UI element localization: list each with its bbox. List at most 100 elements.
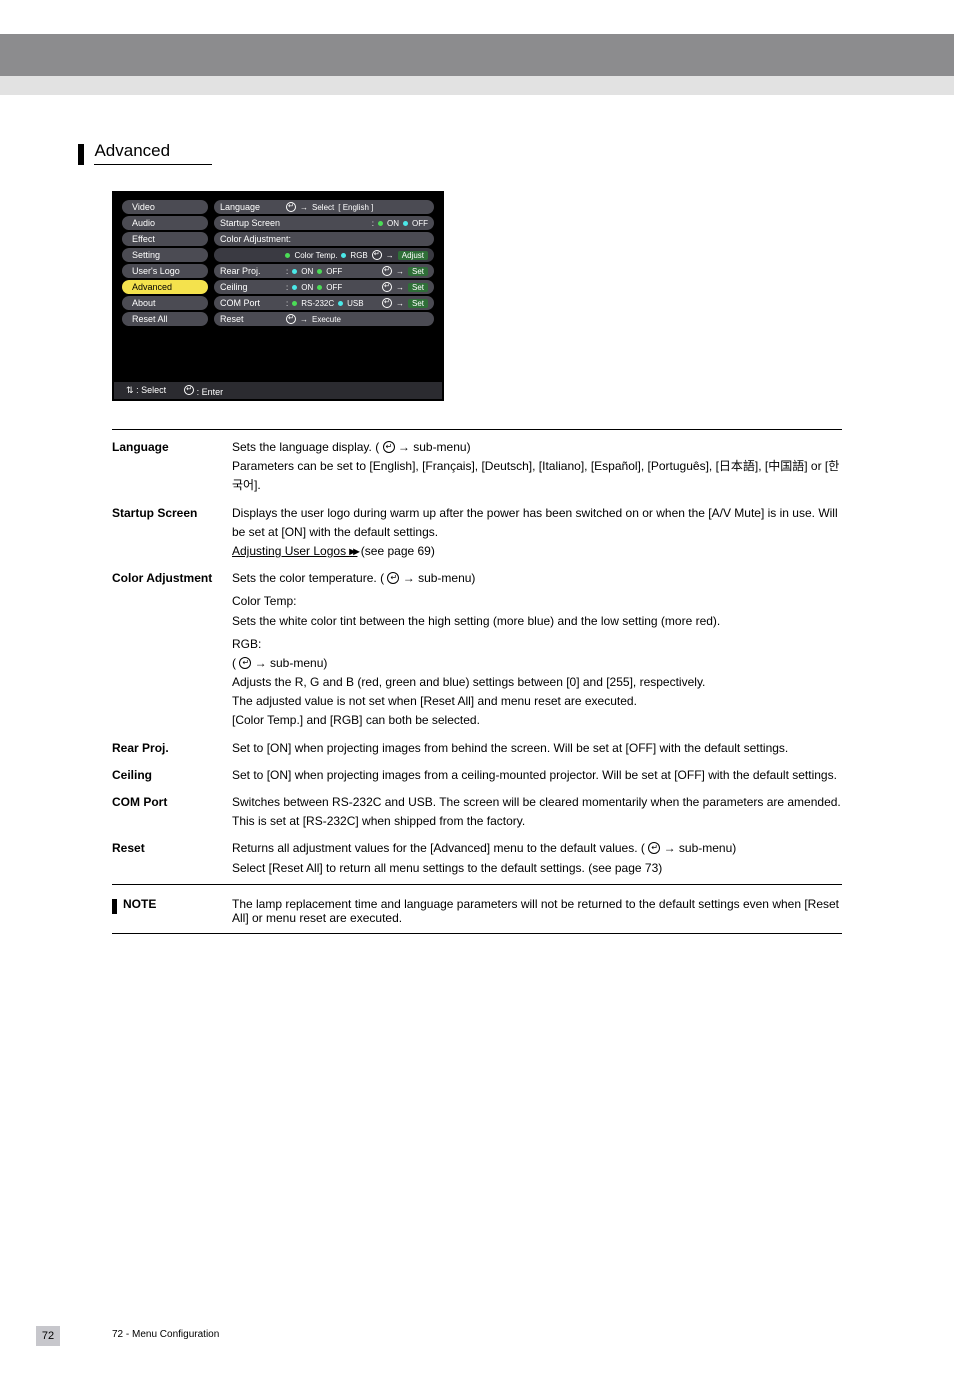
arrow-right-icon: → (396, 267, 404, 276)
selected-dot-icon (317, 269, 322, 274)
note-bar-icon (112, 899, 117, 914)
osd-row-ceiling: Ceiling : ON OFF → Set (214, 280, 434, 294)
osd-row-color-adj-sub: Color Temp. RGB → Adjust (214, 248, 434, 262)
desc-subitem-value: ( → sub-menu) Adjusts the R, G and B (re… (232, 654, 842, 731)
osd-action: Set (408, 299, 428, 308)
section-heading: Advanced (78, 141, 954, 165)
enter-icon (372, 250, 382, 260)
desc-row-body: Set to [ON] when projecting images from … (232, 766, 842, 785)
footer-text: 72 - Menu Configuration (112, 1329, 219, 1340)
osd-opt: RS-232C (301, 299, 334, 308)
desc-row-body: Switches between RS-232C and USB. The sc… (232, 793, 842, 831)
desc-row-com-port: COM Port Switches between RS-232C and US… (112, 789, 842, 835)
osd-left-item: Video (122, 200, 208, 214)
osd-row-rear-proj: Rear Proj. : ON OFF → Set (214, 264, 434, 278)
desc-row-reset: Reset Returns all adjustment values for … (112, 835, 842, 881)
desc-row-title: Rear Proj. (112, 739, 232, 758)
enter-icon (239, 657, 251, 669)
osd-action: Execute (312, 315, 341, 324)
osd-left-item: Setting (122, 248, 208, 262)
desc-subitem-key: RGB: (232, 635, 842, 654)
selected-dot-icon (317, 285, 322, 290)
option-dot-icon (338, 301, 343, 306)
desc-subitem-key: Color Temp: (232, 592, 842, 611)
osd-opt-on: ON (301, 267, 313, 276)
osd-action: Adjust (398, 251, 428, 260)
osd-left-item: Reset All (122, 312, 208, 326)
osd-opt-on: ON (387, 219, 399, 228)
enter-icon (382, 298, 392, 308)
option-dot-icon (341, 253, 346, 258)
desc-row-color-adjustment: Color Adjustment Sets the color temperat… (112, 565, 842, 735)
osd-opt-off: OFF (326, 283, 342, 292)
desc-subitem: RGB: ( → sub-menu) Adjusts the R, G and … (232, 635, 842, 731)
desc-row-title: Color Adjustment (112, 569, 232, 731)
desc-row-body: Sets the color temperature. ( → sub-menu… (232, 569, 842, 731)
osd-left-item: About (122, 296, 208, 310)
osd-action: Set (408, 283, 428, 292)
osd-action: Set (408, 267, 428, 276)
note-row: NOTE The lamp replacement time and langu… (112, 889, 842, 934)
option-dot-icon (403, 221, 408, 226)
note-text: The lamp replacement time and language p… (232, 897, 842, 925)
desc-row-body: Set to [ON] when projecting images from … (232, 739, 842, 758)
osd-opt-off: OFF (412, 219, 428, 228)
osd-row-label: Reset (220, 314, 282, 324)
osd-left-item-selected: Advanced (122, 280, 208, 294)
osd-left-item: User's Logo (122, 264, 208, 278)
header-bar-dark (0, 34, 954, 76)
enter-icon (382, 266, 392, 276)
option-dot-icon (292, 285, 297, 290)
enter-icon (184, 385, 194, 395)
osd-opt: Color Temp. (294, 251, 337, 260)
fast-forward-icon: ▸▸ (349, 544, 357, 558)
osd-footer-enter: : Enter (197, 387, 224, 397)
arrow-right-icon: → (396, 299, 404, 308)
osd-row-color-adj-header: Color Adjustment: (214, 232, 434, 246)
divider-line (112, 429, 842, 430)
divider-line (112, 884, 842, 885)
arrow-right-icon: → (386, 251, 394, 260)
desc-row-body: Sets the language display. ( → sub-menu)… (232, 438, 842, 496)
selected-dot-icon (285, 253, 290, 258)
section-heading-bar-icon (78, 144, 84, 165)
desc-row-title: Language (112, 438, 232, 496)
osd-opt: USB (347, 299, 363, 308)
osd-row-startup-screen: Startup Screen : ON OFF (214, 216, 434, 230)
osd-row-label: Language (220, 202, 282, 212)
enter-icon (383, 441, 395, 453)
link-adjusting-user-logos[interactable]: Adjusting User Logos ▸▸ (232, 544, 357, 558)
enter-icon (286, 202, 296, 212)
osd-opt-on: ON (301, 283, 313, 292)
desc-row-rear-proj: Rear Proj. Set to [ON] when projecting i… (112, 735, 842, 762)
osd-opt-off: OFF (326, 267, 342, 276)
desc-row-title: Startup Screen (112, 504, 232, 562)
osd-menu-screenshot: Video Audio Effect Setting User's Logo A… (112, 191, 444, 401)
osd-row-label: COM Port (220, 298, 282, 308)
section-title: Advanced (94, 141, 212, 165)
desc-subitem: Color Temp: Sets the white color tint be… (232, 592, 842, 630)
arrow-right-icon: → (300, 315, 308, 324)
arrow-right-icon: → (300, 203, 308, 212)
desc-row-title: COM Port (112, 793, 232, 831)
osd-row-label: Startup Screen (220, 218, 282, 228)
header-bar-light (0, 76, 954, 95)
osd-left-item: Effect (122, 232, 208, 246)
enter-icon (382, 282, 392, 292)
enter-icon (387, 572, 399, 584)
desc-row-language: Language Sets the language display. ( → … (112, 434, 842, 500)
option-dot-icon (292, 269, 297, 274)
enter-icon (286, 314, 296, 324)
osd-footer-select: : Select (136, 385, 166, 395)
osd-row-com-port: COM Port : RS-232C USB → Set (214, 296, 434, 310)
desc-row-body: Returns all adjustment values for the [A… (232, 839, 842, 877)
description-area: Language Sets the language display. ( → … (112, 429, 842, 934)
enter-icon (648, 842, 660, 854)
osd-action: Select (312, 203, 334, 212)
desc-row-title: Ceiling (112, 766, 232, 785)
note-label: NOTE (112, 897, 232, 925)
selected-dot-icon (292, 301, 297, 306)
desc-row-ceiling: Ceiling Set to [ON] when projecting imag… (112, 762, 842, 789)
osd-left-item: Audio (122, 216, 208, 230)
page-number: 72 (36, 1326, 60, 1346)
